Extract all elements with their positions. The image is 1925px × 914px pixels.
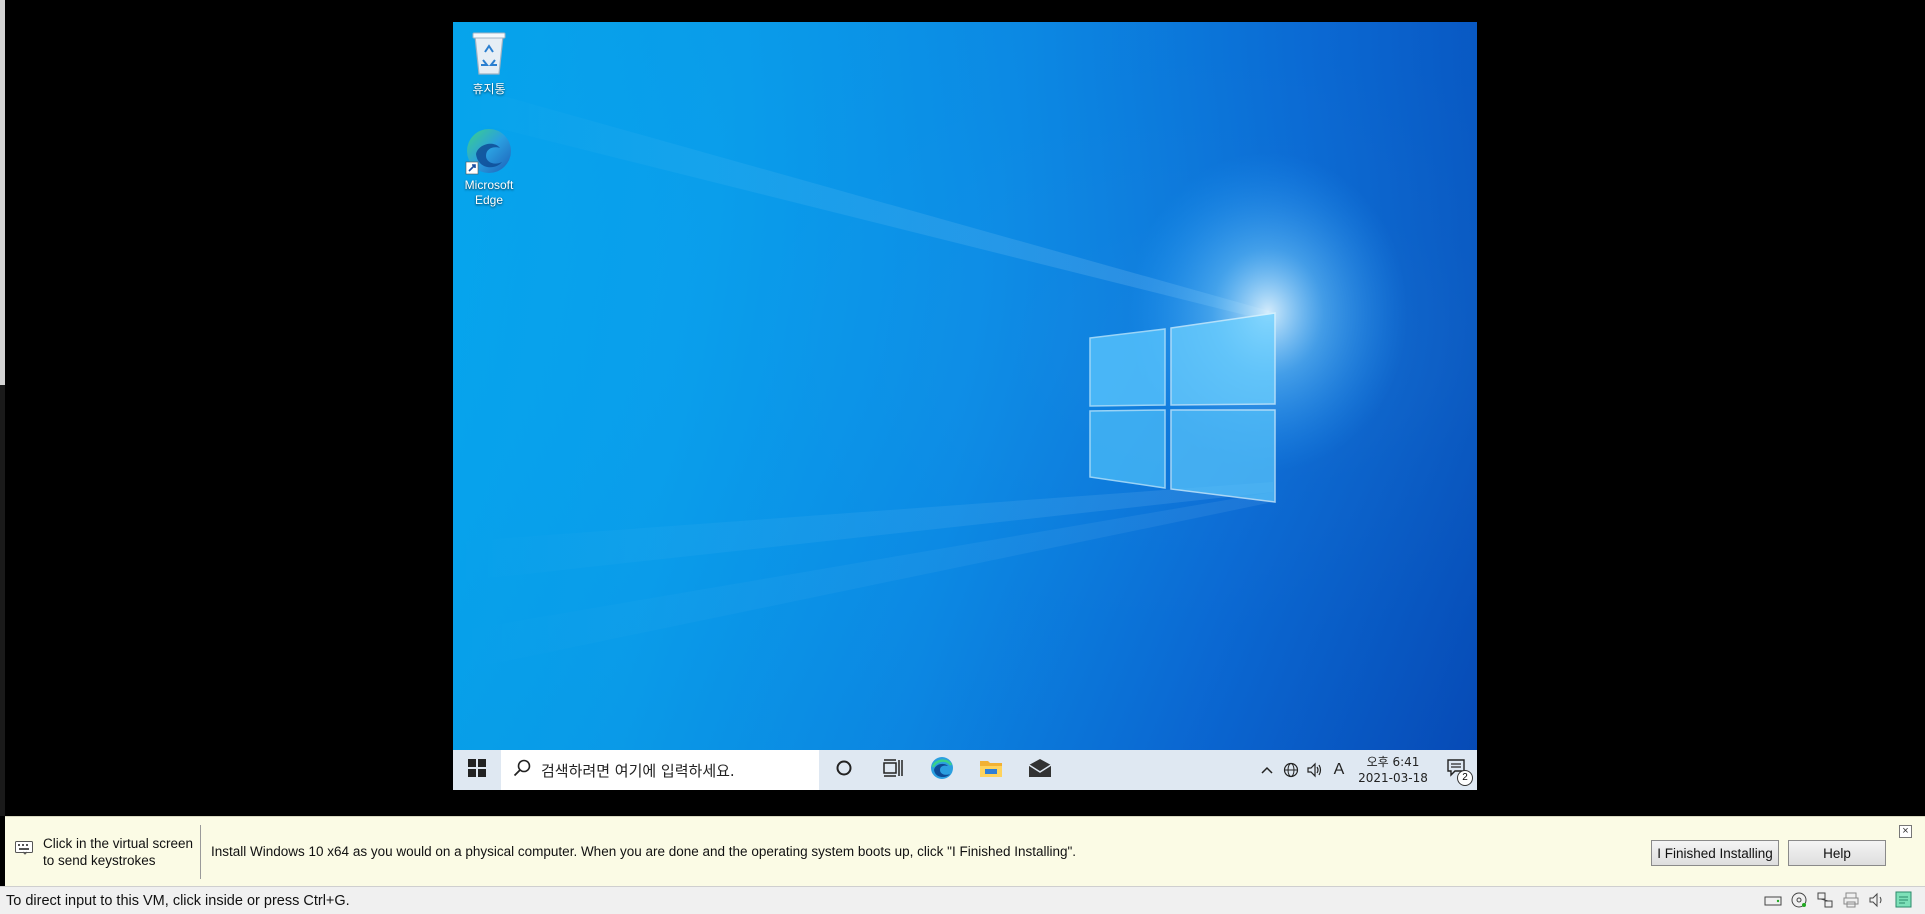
sound-card-icon[interactable] — [1867, 891, 1887, 909]
search-icon — [513, 759, 531, 781]
install-instructions: Install Windows 10 x64 as you would on a… — [211, 844, 1077, 859]
close-infobar-icon[interactable]: × — [1899, 825, 1912, 838]
start-button[interactable] — [453, 750, 501, 790]
network-globe-icon[interactable] — [1279, 750, 1303, 790]
network-adapter-icon[interactable] — [1815, 891, 1835, 909]
help-button[interactable]: Help — [1788, 840, 1886, 866]
taskbar-mail-button[interactable] — [1015, 750, 1064, 790]
window-left-edge — [0, 0, 5, 385]
taskbar: 검색하려면 여기에 입력하세요. A 오후 6:41 2021-03-18 2 — [453, 750, 1477, 790]
recycle-bin-icon — [453, 30, 526, 80]
printer-icon[interactable] — [1841, 891, 1861, 909]
system-tray: A 오후 6:41 2021-03-18 2 — [1255, 750, 1477, 790]
windows-logo-icon — [468, 758, 486, 782]
desktop-icon-label: Microsoft Edge — [464, 178, 514, 207]
guest-desktop[interactable]: 휴지통 Microsoft Edge 검색하려면 여기에 입력하세요. A 오후… — [453, 22, 1477, 790]
taskbar-clock[interactable]: 오후 6:41 2021-03-18 — [1351, 754, 1435, 786]
i-finished-installing-button[interactable]: I Finished Installing — [1651, 840, 1779, 866]
edge-icon — [929, 755, 955, 786]
mail-icon — [1028, 758, 1052, 783]
search-placeholder: 검색하려면 여기에 입력하세요. — [541, 761, 735, 780]
taskbar-edge-button[interactable] — [917, 750, 966, 790]
message-log-icon[interactable] — [1893, 891, 1913, 909]
desktop-icon-label: 휴지통 — [472, 82, 506, 96]
taskbar-file-explorer-button[interactable] — [966, 750, 1015, 790]
ime-language-indicator[interactable]: A — [1327, 750, 1351, 790]
status-text: To direct input to this VM, click inside… — [6, 893, 350, 909]
keyboard-icon — [15, 841, 33, 860]
notification-count-badge: 2 — [1457, 770, 1473, 786]
status-device-icons — [1763, 891, 1913, 909]
click-hint-line2: to send keystrokes — [43, 853, 156, 868]
action-center-button[interactable]: 2 — [1435, 750, 1477, 790]
status-bar: To direct input to this VM, click inside… — [0, 886, 1925, 914]
desktop-icon-recycle-bin[interactable]: 휴지통 — [453, 30, 526, 97]
vm-display-area[interactable]: 휴지통 Microsoft Edge 검색하려면 여기에 입력하세요. A 오후… — [0, 0, 1925, 816]
infobar-divider — [200, 825, 201, 879]
ime-label: A — [1333, 761, 1345, 778]
taskbar-search-box[interactable]: 검색하려면 여기에 입력하세요. — [501, 750, 819, 790]
desktop-icon-edge[interactable]: Microsoft Edge — [453, 126, 526, 208]
task-view-icon — [882, 758, 903, 782]
edge-icon — [464, 126, 514, 176]
windows-wallpaper-beams — [453, 82, 1408, 672]
click-hint-line1: Click in the virtual screen — [43, 836, 194, 851]
click-to-send-keystrokes-hint: Click in the virtual screen to send keys… — [43, 835, 193, 869]
cd-dvd-icon[interactable] — [1789, 891, 1809, 909]
clock-time: 오후 6:41 — [1366, 755, 1420, 769]
show-hidden-icons-chevron-up-icon[interactable] — [1255, 750, 1279, 790]
task-view-button[interactable] — [868, 750, 917, 790]
volume-icon[interactable] — [1303, 750, 1327, 790]
install-info-bar: Click in the virtual screen to send keys… — [5, 816, 1925, 886]
cortana-button[interactable] — [819, 750, 868, 790]
window-left-edge-dark — [0, 385, 5, 816]
cortana-circle-icon — [835, 759, 853, 782]
clock-date: 2021-03-18 — [1358, 771, 1428, 785]
hard-disk-icon[interactable] — [1763, 891, 1783, 909]
folder-icon — [979, 757, 1003, 784]
